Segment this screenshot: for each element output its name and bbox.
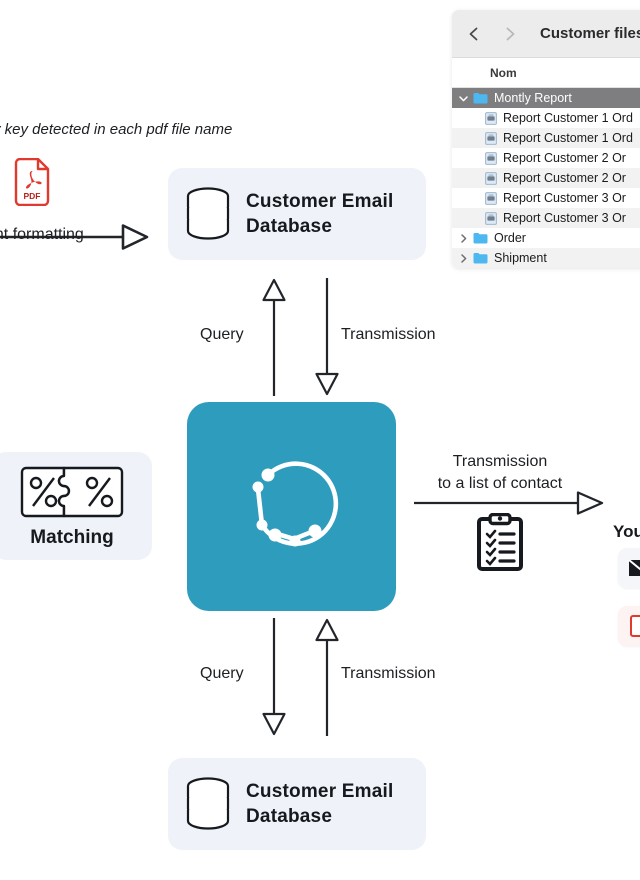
edge-label-query-top: Query [200,326,244,343]
right-column-heading: You [613,522,640,541]
document-icon [485,191,497,205]
file-row-folder[interactable]: Shipment [452,248,640,268]
file-row-folder[interactable]: Order [452,228,640,248]
edge-label-transmission-right-line1: Transmission [452,453,548,470]
arrow-query-up-top [258,278,290,396]
edge-label-query-bottom: Query [200,665,244,682]
file-browser-window: Customer files Nom Montly Report Report C… [452,10,640,268]
file-row-label: Order [494,231,526,245]
database-cylinder-icon [184,186,232,242]
document-icon [485,111,497,125]
file-row-label: Report Customer 2 Or [503,171,626,185]
document-icon [485,211,497,225]
pdf-key-caption: ry key detected in each pdf file name [0,121,233,138]
file-row-label: Report Customer 3 Or [503,211,626,225]
edge-label-transmission-top: Transmission [341,326,436,343]
edge-label-transmission-bottom: Transmission [341,665,436,682]
file-row-document[interactable]: Report Customer 1 Ord [452,108,640,128]
file-browser-title: Customer files [540,25,640,42]
chevron-right-icon[interactable] [457,252,470,265]
pdf-file-icon: PDF [12,157,52,207]
customer-email-database-top: Customer Email Database [168,168,426,260]
svg-text:PDF: PDF [24,191,41,201]
customer-email-database-bottom: Customer Email Database [168,758,426,850]
diagram-canvas: ry key detected in each pdf file name PD… [0,0,640,880]
file-row-label: Shipment [494,251,547,265]
matching-card: Matching [0,452,152,560]
arrow-transmission-down-top [311,278,343,396]
document-red-card [618,606,640,646]
column-header-name: Nom [490,65,517,80]
puzzle-percent-icon [20,464,124,520]
file-row-label: Montly Report [494,91,572,105]
file-row-document[interactable]: Report Customer 3 Or [452,208,640,228]
document-icon [485,151,497,165]
file-row-label: Report Customer 3 Or [503,191,626,205]
column-header-row: Nom [452,58,640,88]
file-list[interactable]: Montly Report Report Customer 1 Ord Report… [452,88,640,268]
arrow-transmission-up-bottom [311,618,343,736]
mail-send-card [618,548,640,588]
file-row-document[interactable]: Report Customer 2 Or [452,148,640,168]
file-row-document[interactable]: Report Customer 1 Ord [452,128,640,148]
chevron-right-icon[interactable] [502,26,518,42]
file-row-label: Report Customer 1 Ord [503,111,633,125]
matching-label: Matching [30,526,114,548]
document-icon [485,131,497,145]
arrow-query-down-bottom [258,618,290,736]
processing-hub [187,402,396,611]
file-row-document[interactable]: Report Customer 3 Or [452,188,640,208]
document-icon [485,171,497,185]
file-row-document[interactable]: Report Customer 2 Or [452,168,640,188]
chevron-left-icon[interactable] [466,26,482,42]
database-label: Customer Email Database [246,781,394,827]
network-circle-nodes-icon [238,453,346,561]
folder-icon [473,232,488,244]
file-browser-toolbar: Customer files [452,10,640,58]
folder-icon [473,252,488,264]
chevron-right-icon[interactable] [457,232,470,245]
file-row-label: Report Customer 1 Ord [503,131,633,145]
document-red-icon [627,615,640,637]
file-row-label: Report Customer 2 Or [503,151,626,165]
database-cylinder-icon [184,776,232,832]
formatting-caption: ent formatting [0,226,84,243]
database-label: Customer Email Database [246,191,394,237]
mail-send-icon [627,557,640,579]
file-row-folder[interactable]: Montly Report [452,88,640,108]
chevron-down-icon[interactable] [457,92,470,105]
folder-icon [473,92,488,104]
clipboard-checklist-icon [477,512,523,571]
